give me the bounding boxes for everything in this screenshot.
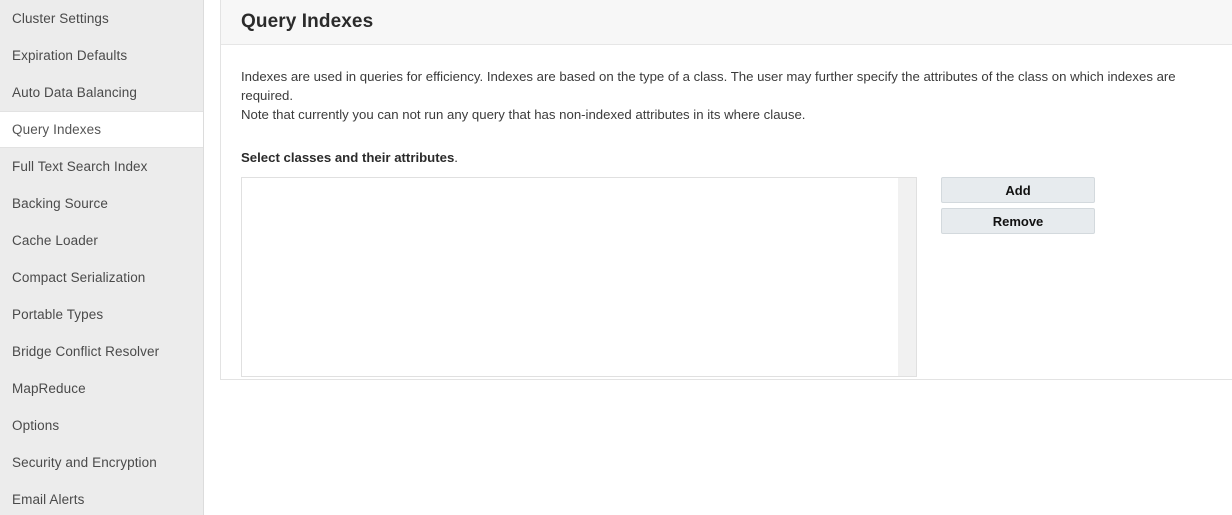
sidebar-item-bridge-conflict-resolver[interactable]: Bridge Conflict Resolver bbox=[0, 333, 203, 370]
sidebar-item-label: Full Text Search Index bbox=[12, 159, 148, 174]
sidebar-item-label: Expiration Defaults bbox=[12, 48, 128, 63]
card-header: Query Indexes bbox=[221, 0, 1232, 45]
settings-page: Cluster Settings Expiration Defaults Aut… bbox=[0, 0, 1232, 515]
sidebar-item-label: MapReduce bbox=[12, 381, 86, 396]
sidebar-item-cache-loader[interactable]: Cache Loader bbox=[0, 222, 203, 259]
sidebar-item-label: Auto Data Balancing bbox=[12, 85, 137, 100]
sidebar-item-label: Email Alerts bbox=[12, 492, 85, 507]
sidebar-item-label: Query Indexes bbox=[12, 122, 102, 137]
sidebar-item-security-and-encryption[interactable]: Security and Encryption bbox=[0, 444, 203, 481]
add-button[interactable]: Add bbox=[941, 177, 1095, 203]
select-classes-label-text: Select classes and their attributes bbox=[241, 150, 455, 165]
sidebar-item-cluster-settings[interactable]: Cluster Settings bbox=[0, 0, 203, 37]
card-body: Indexes are used in queries for efficien… bbox=[221, 45, 1232, 377]
select-classes-label-period: . bbox=[454, 150, 458, 165]
page-description: Indexes are used in queries for efficien… bbox=[241, 67, 1231, 124]
sidebar-item-label: Bridge Conflict Resolver bbox=[12, 344, 160, 359]
sidebar-item-label: Options bbox=[12, 418, 60, 433]
sidebar-item-full-text-search-index[interactable]: Full Text Search Index bbox=[0, 148, 203, 185]
sidebar-item-label: Cache Loader bbox=[12, 233, 99, 248]
content-card: Query Indexes Indexes are used in querie… bbox=[220, 0, 1232, 380]
listbox-vertical-scrollbar[interactable] bbox=[898, 178, 916, 376]
description-line-2: Note that currently you can not run any … bbox=[241, 107, 806, 122]
classes-attributes-listbox[interactable] bbox=[241, 177, 917, 377]
remove-button[interactable]: Remove bbox=[941, 208, 1095, 234]
sidebar-item-label: Cluster Settings bbox=[12, 11, 109, 26]
sidebar-item-query-indexes[interactable]: Query Indexes bbox=[0, 111, 203, 148]
listbox-actions: Add Remove bbox=[941, 177, 1095, 239]
sidebar-item-options[interactable]: Options bbox=[0, 407, 203, 444]
sidebar-item-portable-types[interactable]: Portable Types bbox=[0, 296, 203, 333]
select-classes-label: Select classes and their attributes. bbox=[241, 150, 1232, 165]
sidebar-item-auto-data-balancing[interactable]: Auto Data Balancing bbox=[0, 74, 203, 111]
sidebar-item-expiration-defaults[interactable]: Expiration Defaults bbox=[0, 37, 203, 74]
description-line-1: Indexes are used in queries for efficien… bbox=[241, 69, 1176, 103]
sidebar-item-backing-source[interactable]: Backing Source bbox=[0, 185, 203, 222]
sidebar-item-label: Security and Encryption bbox=[12, 455, 157, 470]
sidebar-item-email-alerts[interactable]: Email Alerts bbox=[0, 481, 203, 515]
sidebar-item-compact-serialization[interactable]: Compact Serialization bbox=[0, 259, 203, 296]
sidebar-item-label: Compact Serialization bbox=[12, 270, 146, 285]
sidebar-item-mapreduce[interactable]: MapReduce bbox=[0, 370, 203, 407]
listbox-items-container[interactable] bbox=[242, 178, 898, 376]
selector-row: Add Remove bbox=[241, 177, 1232, 377]
sidebar-item-label: Portable Types bbox=[12, 307, 104, 322]
settings-sidebar: Cluster Settings Expiration Defaults Aut… bbox=[0, 0, 204, 515]
sidebar-item-label: Backing Source bbox=[12, 196, 108, 211]
page-title: Query Indexes bbox=[241, 11, 374, 32]
